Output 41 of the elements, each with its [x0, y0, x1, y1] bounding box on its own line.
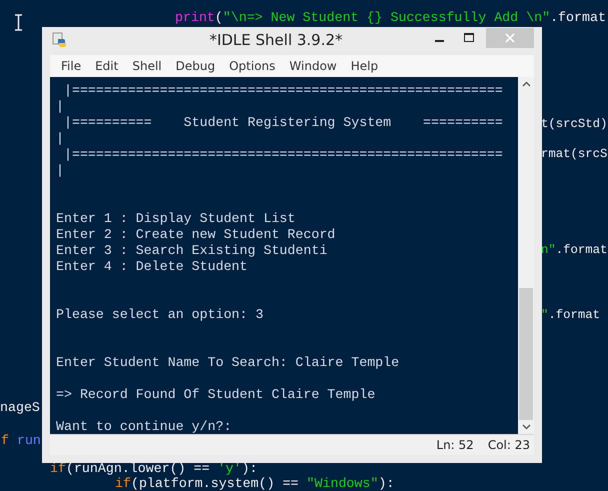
- menu-item[interactable]: Options: [222, 59, 282, 73]
- scroll-up-icon[interactable]: [522, 81, 530, 87]
- close-icon: [505, 32, 515, 42]
- maximize-icon: [464, 33, 474, 42]
- column-number: Col: 23: [488, 438, 530, 452]
- minimize-icon: [434, 40, 444, 42]
- code-line: ".format: [541, 307, 600, 323]
- text-cursor-icon: [14, 14, 23, 31]
- shell-line: |======================================================: [62, 147, 504, 163]
- code-line: n".format: [541, 242, 608, 258]
- code-line: print("\n=> New Student {} Successfully Add \n".format: [175, 10, 606, 26]
- shell-line: |: [56, 99, 65, 115]
- shell-line: |: [56, 163, 65, 179]
- code-line: t(srcStd): [541, 116, 608, 132]
- shell-line: |========== Student Registering System ==========: [62, 115, 504, 131]
- code-line: if(platform.system() == "Windows"):: [115, 476, 394, 491]
- window-title: *IDLE Shell 3.9.2*: [208, 30, 344, 48]
- menu-item[interactable]: Window: [282, 59, 344, 73]
- code-line: nageS: [0, 400, 40, 416]
- shell-line: Please select an option: 3: [56, 307, 264, 323]
- shell-line: Enter 4 : Delete Student: [56, 259, 249, 275]
- menu-item[interactable]: Help: [344, 59, 386, 73]
- shell-line: Enter 2 : Create new Student Record: [56, 227, 336, 243]
- shell-line: |: [56, 131, 65, 147]
- scrollbar[interactable]: [518, 77, 534, 434]
- shell-line: Enter Student Name To Search: Claire Temple: [56, 355, 400, 371]
- scrollbar-thumb[interactable]: [519, 288, 533, 420]
- python-icon: [52, 32, 68, 48]
- shell-line: Enter 3 : Search Existing Studenti: [56, 243, 328, 259]
- menu-item[interactable]: Debug: [168, 59, 222, 73]
- shell-line: |======================================================: [62, 83, 504, 99]
- menu-item[interactable]: Shell: [125, 59, 169, 73]
- shell-line: Want to continue y/n?:: [56, 419, 233, 434]
- code-line: rmat(srcS: [541, 146, 608, 162]
- menu-item[interactable]: File: [54, 59, 88, 73]
- shell-line: Enter 1 : Display Student List: [56, 211, 296, 227]
- line-number: Ln: 52: [436, 438, 474, 452]
- menu-item[interactable]: Edit: [88, 59, 126, 73]
- code-line: f run: [1, 433, 41, 449]
- scroll-down-icon[interactable]: [522, 424, 530, 430]
- shell-line: => Record Found Of Student Claire Temple: [56, 387, 376, 403]
